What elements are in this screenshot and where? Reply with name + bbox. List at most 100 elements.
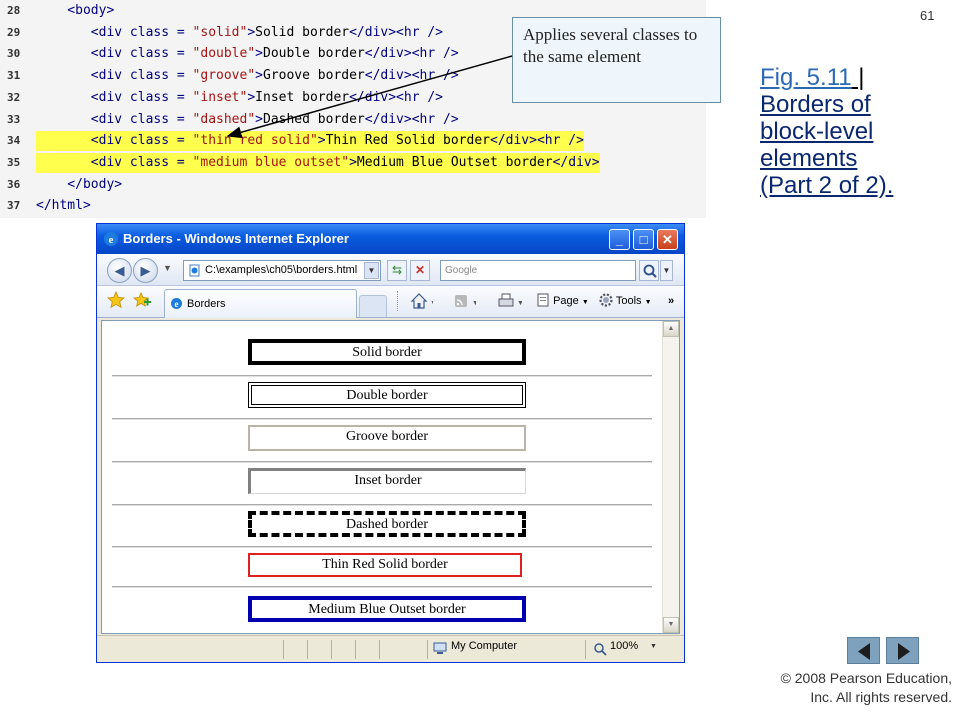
groove-border-box: Groove border — [248, 425, 526, 451]
favorites-star-icon[interactable] — [107, 291, 125, 309]
zoom-level[interactable]: 100% — [610, 640, 638, 652]
line-number: 32 — [7, 90, 21, 104]
code-token: Medium Blue Outset border — [356, 154, 553, 170]
close-button[interactable]: ✕ — [657, 229, 678, 250]
minimize-icon: _ — [615, 232, 624, 247]
code-token: "thin red solid" — [192, 133, 318, 149]
code-token: <div class = — [36, 89, 193, 105]
window-title: Borders - Windows Internet Explorer — [123, 231, 349, 246]
code-token: <div class = — [36, 154, 193, 170]
status-cell — [427, 640, 428, 659]
refresh-button[interactable]: ⇆ — [387, 260, 407, 281]
code-token: </div><hr /> — [364, 68, 459, 84]
slide-number: 61 — [920, 8, 935, 23]
medium-blue-outset-box: Medium Blue Outset border — [248, 596, 526, 622]
status-cell — [379, 640, 380, 659]
svg-text:▼: ▼ — [472, 300, 476, 307]
code-text: <div class = "double">Double border</div… — [36, 44, 459, 64]
code-token: > — [255, 46, 263, 62]
tools-menu[interactable]: Tools ▼ — [599, 291, 652, 311]
copyright-line: © 2008 Pearson Education, — [780, 670, 952, 686]
code-token: > — [247, 89, 256, 105]
code-line: 35 <div class = "medium blue outset">Med… — [0, 152, 706, 173]
line-number: 29 — [7, 25, 21, 39]
double-border-box: Double border — [248, 382, 526, 408]
new-tab-button[interactable] — [359, 295, 387, 317]
maximize-button[interactable]: □ — [633, 229, 654, 250]
code-token: <div class = — [36, 133, 193, 149]
nav-prev-button[interactable] — [847, 637, 880, 664]
code-token: <body> — [36, 3, 115, 18]
title-bar: e Borders - Windows Internet Explorer _ … — [97, 224, 684, 254]
code-token: "groove" — [192, 68, 256, 84]
code-text: </body> — [36, 175, 122, 195]
horizontal-rule — [112, 375, 652, 377]
code-text: <body> — [36, 1, 114, 21]
nav-prev-icon — [858, 643, 870, 660]
page-menu-icon — [537, 293, 549, 307]
code-token: Groove border — [263, 68, 365, 84]
tab-label: Borders — [187, 298, 226, 310]
zoom-dropdown-icon[interactable]: ▼ — [650, 643, 657, 650]
figure-link[interactable]: Fig. 5.11 — [760, 64, 852, 91]
address-dropdown[interactable]: ▼ — [364, 262, 379, 279]
tab-borders[interactable]: e Borders — [164, 289, 357, 318]
back-button[interactable]: ◀ — [107, 258, 132, 283]
feeds-button[interactable]: ▼ — [452, 291, 479, 311]
chevron-down-icon: ▼ — [581, 299, 589, 306]
stop-button[interactable]: ✕ — [410, 260, 430, 281]
horizontal-rule — [112, 504, 652, 506]
code-text: </html> — [36, 196, 91, 216]
code-token: <div class = — [36, 46, 193, 62]
toolbar-overflow[interactable]: » — [668, 291, 674, 311]
gear-icon — [599, 293, 613, 307]
svg-text:▼: ▼ — [517, 300, 522, 307]
maximize-icon: □ — [639, 232, 648, 247]
tab-bar: e Borders ▼ ▼ ▼ Page ▼ Tools ▼ » — [97, 286, 684, 318]
computer-icon — [433, 642, 447, 654]
code-token: </div><hr /> — [349, 89, 444, 105]
code-token: </div> — [552, 154, 600, 170]
nav-next-button[interactable] — [886, 637, 919, 664]
inset-border-box: Inset border — [248, 468, 526, 494]
code-text: <div class = "solid">Solid border</div><… — [36, 23, 443, 43]
history-dropdown[interactable]: ▼ — [163, 263, 172, 273]
horizontal-rule — [112, 461, 652, 463]
minimize-button[interactable]: _ — [609, 229, 630, 250]
scroll-up-button[interactable]: ▲ — [663, 321, 679, 337]
code-token: > — [247, 24, 256, 40]
add-favorites-icon[interactable] — [133, 291, 151, 309]
search-input[interactable]: Google — [440, 260, 636, 281]
code-token: Solid border — [255, 24, 350, 40]
status-cell — [283, 640, 284, 659]
figure-title-line: (Part 2 of 2). — [760, 172, 894, 199]
code-text: <div class = "medium blue outset">Medium… — [36, 152, 600, 173]
code-line: 33 <div class = "dashed">Dashed border</… — [0, 110, 706, 130]
code-token: "inset" — [192, 89, 248, 105]
page-menu[interactable]: Page ▼ — [537, 291, 589, 311]
code-token: "double" — [192, 46, 256, 62]
print-button[interactable]: ▼ — [496, 291, 524, 311]
forward-button[interactable]: ▶ — [133, 258, 158, 283]
browser-window: e Borders - Windows Internet Explorer _ … — [96, 223, 685, 663]
figure-title-line: elements — [760, 145, 858, 172]
address-input[interactable]: C:\examples\ch05\borders.html ▼ — [183, 260, 381, 281]
code-token: </div><hr /> — [364, 46, 459, 62]
scroll-up-icon: ▲ — [667, 325, 675, 332]
security-zone[interactable]: My Computer — [451, 640, 517, 652]
search-dropdown[interactable]: ▼ — [660, 260, 673, 281]
scroll-down-button[interactable]: ▼ — [663, 617, 679, 633]
vertical-scrollbar[interactable]: ▲ ▼ — [662, 321, 679, 633]
line-number: 31 — [7, 69, 21, 83]
code-token: "dashed" — [192, 111, 256, 127]
home-button[interactable]: ▼ — [409, 291, 437, 311]
page-icon — [189, 264, 200, 277]
code-token: > — [349, 154, 357, 170]
scroll-down-icon: ▼ — [667, 621, 675, 628]
search-button[interactable] — [639, 260, 659, 281]
code-token: <div class = — [36, 24, 193, 40]
callout-box: Applies several classes to the same elem… — [512, 17, 721, 103]
status-cell — [585, 640, 586, 659]
line-number: 35 — [7, 155, 21, 169]
address-bar: ◀ ▶ ▼ C:\examples\ch05\borders.html ▼ ⇆ … — [97, 254, 684, 286]
